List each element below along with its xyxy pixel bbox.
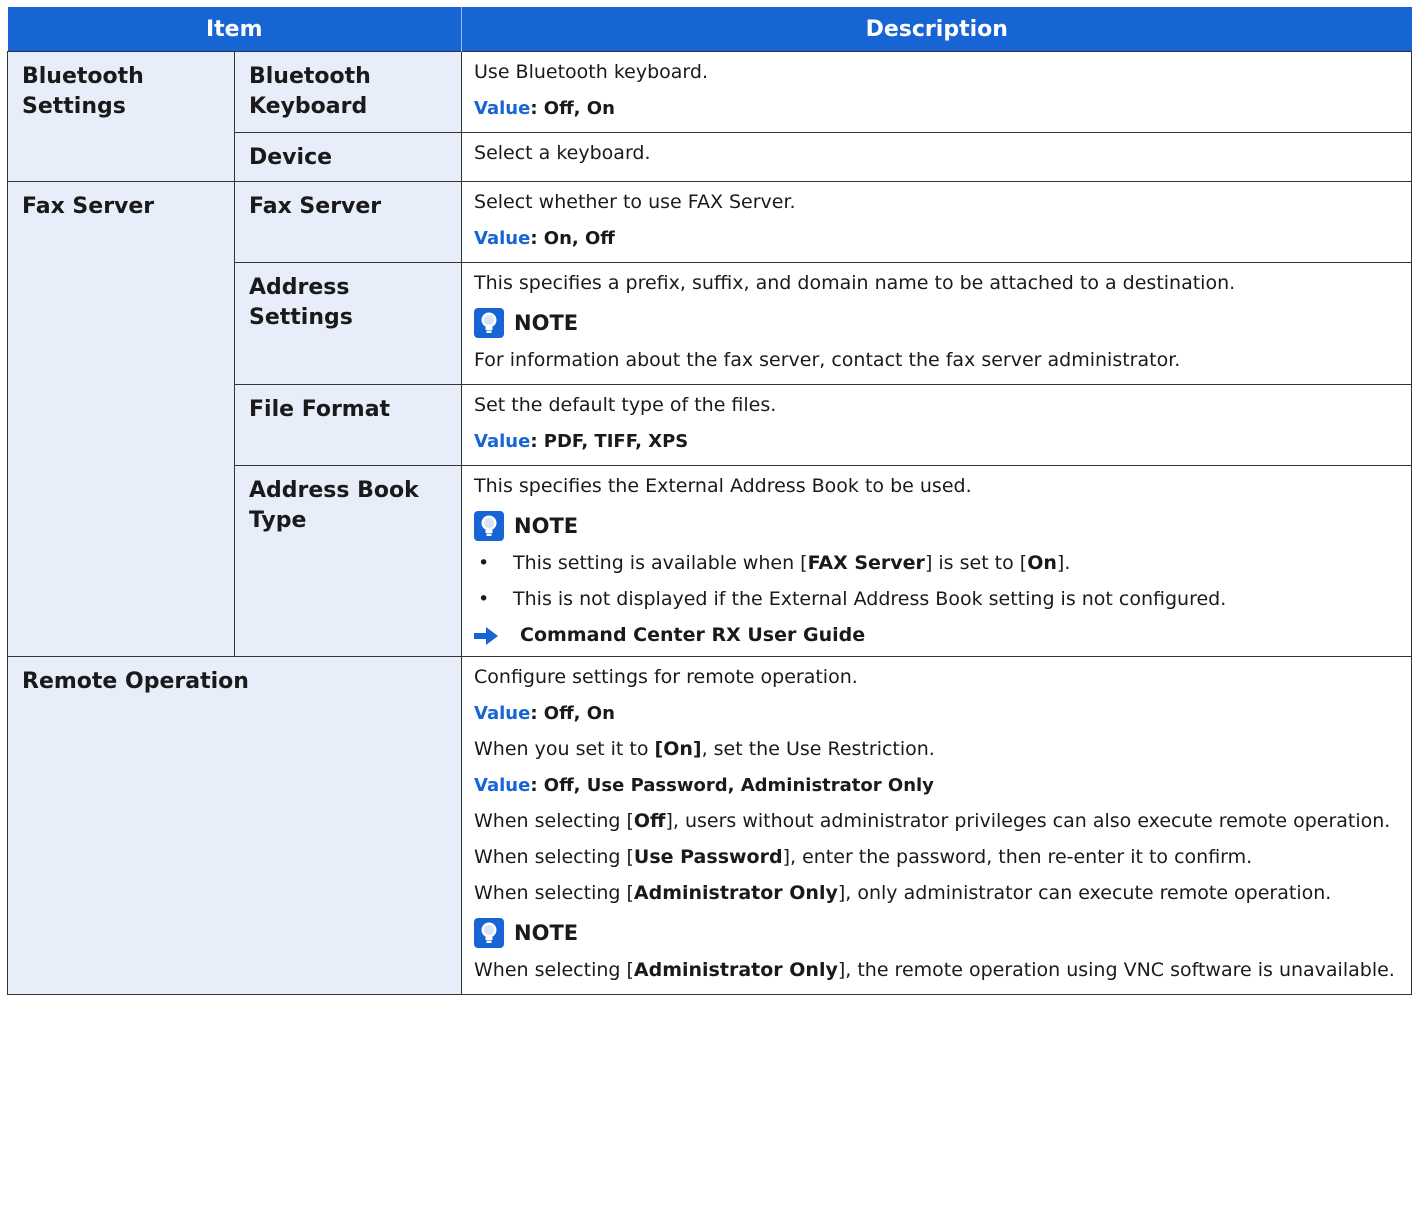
description-text: Select a keyboard.	[474, 142, 651, 164]
note-heading: NOTE	[474, 511, 1399, 541]
arrow-right-icon	[474, 626, 499, 645]
header-description: Description	[461, 7, 1412, 52]
value-options: : On, Off	[530, 228, 615, 249]
description-text: Use Bluetooth keyboard.	[474, 61, 708, 83]
note-label: NOTE	[514, 513, 579, 538]
reference-text[interactable]: Command Center RX User Guide	[520, 623, 865, 648]
table-row: Bluetooth Settings Bluetooth Keyboard Us…	[7, 51, 1413, 182]
value-label: Value	[474, 228, 531, 249]
category-fax-server: Fax Server	[7, 181, 235, 657]
item-remote-operation: Remote Operation	[6, 656, 463, 995]
value-options: : Off, On	[530, 98, 615, 119]
item-bluetooth-keyboard: Bluetooth Keyboard	[233, 51, 463, 133]
note-label: NOTE	[514, 920, 579, 945]
description-cell: Configure settings for remote operation.…	[461, 656, 1413, 995]
bullet-dot-icon: •	[478, 588, 490, 610]
note-text: When selecting [Administrator Only], the…	[474, 959, 1395, 981]
settings-table: Item Description Bluetooth Settings Blue…	[6, 7, 1413, 995]
description-text: This specifies the External Address Book…	[474, 475, 972, 497]
category-bluetooth-settings: Bluetooth Settings	[7, 51, 235, 182]
header-item: Item	[7, 7, 462, 52]
value-label: Value	[474, 431, 531, 452]
value-options: : Off, On	[530, 703, 615, 724]
description-text: This specifies a prefix, suffix, and dom…	[474, 272, 1236, 294]
note-text: For information about the fax server, co…	[474, 349, 1181, 371]
description-cell: Select a keyboard.	[461, 132, 1413, 182]
description-cell: Set the default type of the files. Value…	[461, 384, 1413, 466]
description-text: When selecting [Administrator Only], onl…	[474, 882, 1332, 904]
table-header-row: Item Description	[7, 7, 1412, 52]
description-text: When selecting [Use Password], enter the…	[474, 846, 1253, 868]
value-line: Value: PDF, TIFF, XPS	[474, 429, 1399, 454]
reference-link[interactable]: Command Center RX User Guide	[474, 623, 1399, 648]
value-options: : PDF, TIFF, XPS	[530, 431, 689, 452]
value-label: Value	[474, 98, 531, 119]
item-file-format: File Format	[233, 384, 463, 466]
description-text: When selecting [Off], users without admi…	[474, 810, 1391, 832]
list-item: • This is not displayed if the External A…	[478, 588, 1227, 610]
description-text: Configure settings for remote operation.	[474, 666, 858, 688]
lightbulb-note-icon	[474, 918, 505, 948]
description-cell: Select whether to use FAX Server. Value:…	[461, 181, 1413, 263]
note-heading: NOTE	[474, 308, 1399, 338]
table-row: Remote Operation Configure settings for …	[6, 656, 1413, 995]
value-label: Value	[474, 703, 531, 724]
description-cell: This specifies the External Address Book…	[461, 465, 1413, 657]
bullet-dot-icon: •	[478, 552, 490, 574]
description-text: When you set it to [On], set the Use Res…	[474, 738, 935, 760]
item-address-book-type: Address Book Type	[233, 465, 463, 657]
value-options: : Off, Use Password, Administrator Only	[530, 775, 934, 796]
item-address-settings: Address Settings	[233, 262, 463, 385]
value-label: Value	[474, 775, 531, 796]
note-bullet-list: • This setting is available when [FAX Ser…	[474, 551, 1399, 612]
list-item: • This setting is available when [FAX Ser…	[478, 552, 1071, 574]
description-text: Set the default type of the files.	[474, 394, 777, 416]
lightbulb-note-icon	[474, 511, 505, 541]
lightbulb-note-icon	[474, 308, 505, 338]
table-row: Fax Server Fax Server Select whether to …	[7, 181, 1413, 657]
value-line: Value: On, Off	[474, 226, 1399, 251]
description-cell: This specifies a prefix, suffix, and dom…	[461, 262, 1413, 385]
note-heading: NOTE	[474, 918, 1399, 948]
value-line: Value: Off, Use Password, Administrator …	[474, 773, 1399, 798]
item-device: Device	[233, 132, 463, 182]
description-cell: Use Bluetooth keyboard. Value: Off, On	[461, 51, 1413, 133]
item-fax-server: Fax Server	[233, 181, 463, 263]
description-text: Select whether to use FAX Server.	[474, 191, 796, 213]
value-line: Value: Off, On	[474, 701, 1399, 726]
value-line: Value: Off, On	[474, 96, 1399, 121]
note-label: NOTE	[514, 310, 579, 335]
